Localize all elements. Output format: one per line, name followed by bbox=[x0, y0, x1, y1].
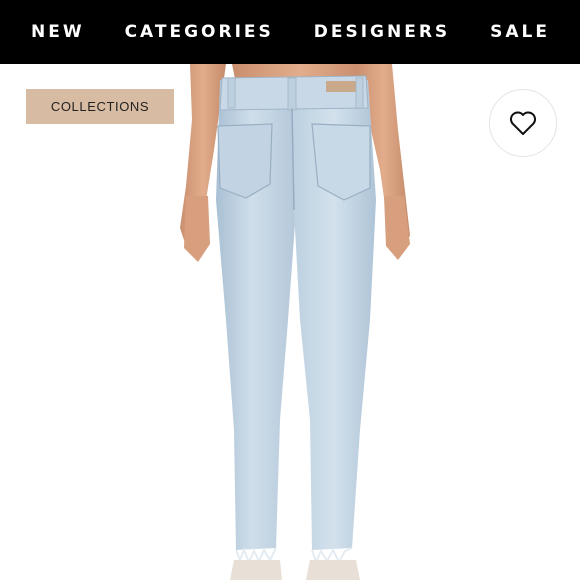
jeans-photo bbox=[180, 64, 410, 580]
nav-item-categories[interactable]: CATEGORIES bbox=[125, 22, 274, 42]
nav-item-sale[interactable]: SALE bbox=[490, 22, 550, 42]
collections-badge[interactable]: COLLECTIONS bbox=[26, 89, 174, 124]
nav-item-new[interactable]: NEW bbox=[31, 22, 85, 42]
heart-outline-icon bbox=[510, 111, 536, 135]
nav-item-designers[interactable]: DESIGNERS bbox=[314, 22, 450, 42]
favorite-button[interactable] bbox=[489, 89, 557, 157]
top-navigation: NEW CATEGORIES DESIGNERS SALE bbox=[0, 0, 580, 64]
product-image[interactable] bbox=[0, 64, 580, 580]
